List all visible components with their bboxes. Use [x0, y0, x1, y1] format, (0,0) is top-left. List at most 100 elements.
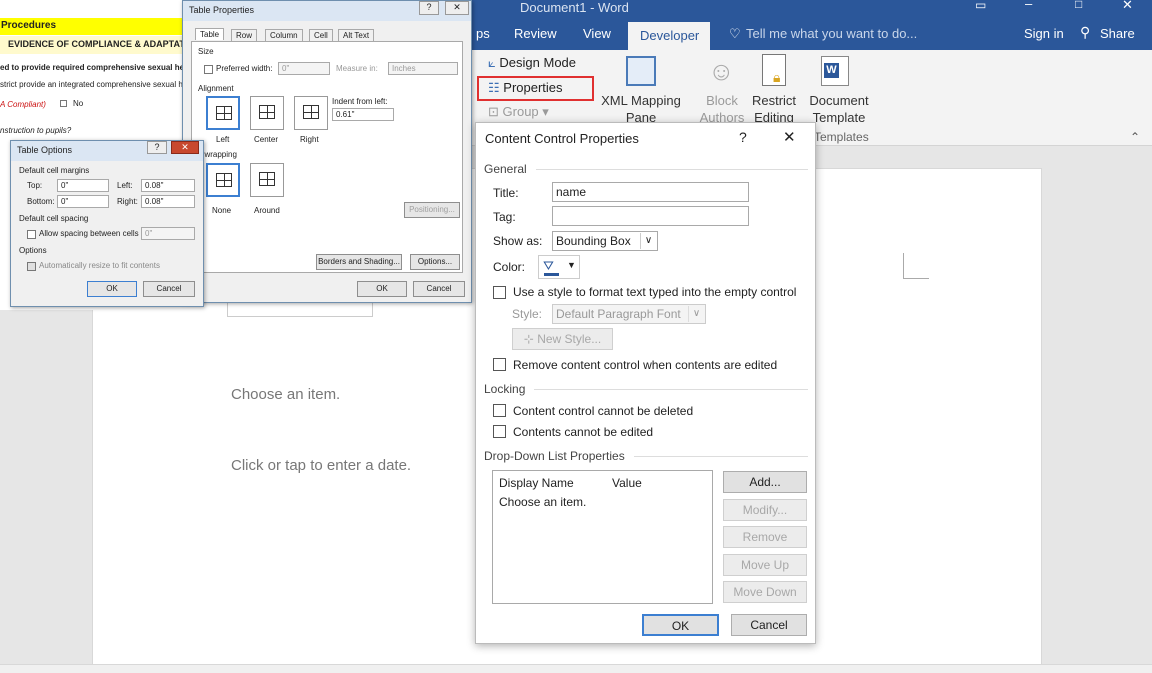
modify-button[interactable]: Modify... — [723, 499, 807, 521]
lock-edit-checkbox[interactable] — [493, 425, 506, 438]
table-options-dialog: Table Options ? ✕ Default cell margins T… — [10, 140, 204, 307]
auto-resize-checkbox[interactable] — [27, 262, 36, 271]
group-label: Group — [502, 104, 539, 119]
allow-spacing-checkbox[interactable] — [27, 230, 36, 239]
tab-developer[interactable]: Developer — [628, 22, 710, 50]
options-button[interactable]: Options... — [410, 254, 460, 270]
templates-group-label: Templates — [814, 130, 869, 144]
block-authors-button[interactable]: Block Authors — [694, 92, 750, 126]
tab-partial[interactable]: ps — [476, 26, 490, 41]
add-button[interactable]: Add... — [723, 471, 807, 493]
width-input[interactable]: 0" — [278, 62, 330, 75]
spacing-input[interactable]: 0" — [141, 227, 195, 240]
lightbulb-icon: ♡ — [729, 26, 741, 41]
xml-mapping-label: XML Mapping — [601, 93, 681, 108]
minimize-icon[interactable]: – — [1025, 0, 1032, 11]
properties-icon: ☷ — [488, 80, 500, 95]
instruction-text: nstruction to pupils? — [0, 126, 72, 135]
tab-alt-text[interactable]: Alt Text — [338, 29, 375, 41]
right-input[interactable]: 0.08" — [141, 195, 195, 208]
align-right-option[interactable] — [294, 96, 328, 130]
positioning-button[interactable]: Positioning... — [404, 202, 460, 218]
ribbon-display-icon[interactable]: ▭ — [975, 0, 986, 12]
remove-cc-checkbox[interactable] — [493, 358, 506, 371]
content-control-box[interactable] — [227, 301, 373, 317]
document-template-icon: W — [821, 56, 849, 86]
document-template-button[interactable]: Document Template — [806, 92, 872, 126]
sign-in-link[interactable]: Sign in — [1024, 26, 1064, 41]
date-placeholder[interactable]: Click or tap to enter a date. — [231, 457, 411, 474]
ok-button[interactable]: OK — [642, 614, 719, 636]
lock-delete-label: Content control cannot be deleted — [513, 404, 694, 418]
color-picker-button[interactable]: ⛛ ▼ — [538, 255, 580, 279]
ccp-title: Content Control Properties — [485, 131, 639, 146]
tag-input[interactable] — [552, 206, 749, 226]
close-icon[interactable]: ✕ — [445, 1, 469, 15]
table-properties-title: Table Properties — [189, 5, 255, 15]
cancel-button[interactable]: Cancel — [731, 614, 807, 636]
restrict-editing-button[interactable]: Restrict Editing — [750, 92, 798, 126]
tab-row[interactable]: Row — [231, 29, 258, 41]
wrap-none-label: None — [212, 206, 232, 215]
ddl-listbox[interactable]: Display Name Value Choose an item. — [492, 470, 713, 604]
locking-section-label: Locking — [484, 382, 526, 396]
show-as-select[interactable]: Bounding Box ∨ — [552, 231, 658, 251]
top-input[interactable]: 0" — [57, 179, 109, 192]
wrap-around-option[interactable] — [250, 163, 284, 197]
move-down-button[interactable]: Move Down — [723, 581, 807, 603]
collapse-ribbon-icon[interactable]: ⌃ — [1130, 130, 1140, 144]
style-select[interactable]: Default Paragraph Font ∨ — [552, 304, 706, 324]
measure-select[interactable]: Inches — [388, 62, 458, 75]
move-up-button[interactable]: Move Up — [723, 554, 807, 576]
title-input[interactable]: name — [552, 182, 749, 202]
left-label: Left: — [117, 181, 133, 190]
new-style-button[interactable]: ⊹ New Style... — [512, 328, 613, 350]
options-close-icon[interactable]: ✕ — [171, 141, 199, 154]
wrap-none-option[interactable] — [206, 163, 240, 197]
close-window-icon[interactable]: ✕ — [1122, 0, 1133, 13]
table-options-cancel-button[interactable]: Cancel — [143, 281, 195, 297]
tag-label: Tag: — [493, 210, 516, 224]
left-input[interactable]: 0.08" — [141, 179, 195, 192]
xml-mapping-button[interactable]: XML Mapping Pane — [598, 92, 684, 126]
align-left-label: Left — [216, 135, 230, 144]
table-props-ok-button[interactable]: OK — [357, 281, 407, 297]
tab-table[interactable]: Table — [195, 28, 225, 40]
dropdown-placeholder[interactable]: Choose an item. — [231, 386, 340, 403]
remove-button[interactable]: Remove — [723, 526, 807, 548]
table-options-ok-button[interactable]: OK — [87, 281, 137, 297]
share-person-icon: ⚲ — [1080, 24, 1091, 40]
tab-cell[interactable]: Cell — [309, 29, 333, 41]
use-style-checkbox[interactable] — [493, 286, 506, 299]
indent-input[interactable]: 0.61" — [332, 108, 394, 121]
share-button[interactable]: Share — [1100, 26, 1135, 41]
doc-line-2: strict provide an integrated comprehensi… — [0, 80, 196, 89]
borders-shading-button[interactable]: Borders and Shading... — [316, 254, 402, 270]
no-checkbox[interactable] — [60, 100, 67, 107]
design-mode-label: Design Mode — [499, 55, 577, 70]
tab-column[interactable]: Column — [265, 29, 303, 41]
align-center-option[interactable] — [250, 96, 284, 130]
tell-me-search[interactable]: Tell me what you want to do... — [746, 26, 917, 41]
table-tab-panel: Size Preferred width: 0" Measure in: Inc… — [191, 41, 463, 273]
ddl-list-item[interactable]: Choose an item. — [499, 495, 586, 509]
bottom-input[interactable]: 0" — [57, 195, 109, 208]
tab-review[interactable]: Review — [514, 26, 557, 41]
margin-corner-mark — [903, 253, 929, 279]
default-margins-label: Default cell margins — [19, 166, 90, 175]
design-mode-button[interactable]: ⟀ Design Mode — [488, 55, 576, 71]
tab-view[interactable]: View — [583, 26, 611, 41]
group-button[interactable]: ⊡ Group ▾ — [488, 104, 549, 120]
preferred-width-checkbox[interactable] — [204, 65, 213, 74]
maximize-icon[interactable]: □ — [1075, 0, 1082, 11]
options-help-icon[interactable]: ? — [147, 141, 167, 154]
ccp-help-icon[interactable]: ? — [739, 129, 747, 145]
show-as-label: Show as: — [493, 234, 543, 248]
align-left-option[interactable] — [206, 96, 240, 130]
lock-delete-checkbox[interactable] — [493, 404, 506, 417]
help-icon[interactable]: ? — [419, 1, 439, 15]
ccp-close-icon[interactable]: ✕ — [783, 128, 796, 146]
properties-button[interactable]: ☷ Properties — [488, 80, 563, 96]
table-props-cancel-button[interactable]: Cancel — [413, 281, 465, 297]
evidence-heading: EVIDENCE OF COMPLIANCE & ADAPTATIO — [0, 36, 190, 54]
